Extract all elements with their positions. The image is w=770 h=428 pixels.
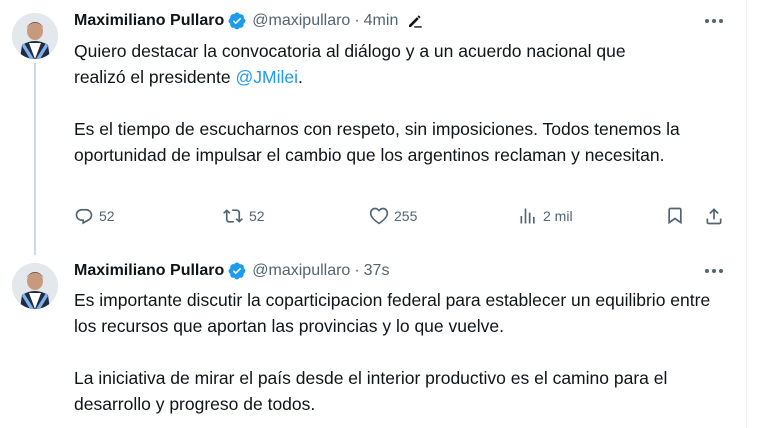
tweet-text-line: realizó el presidente @JMilei. (74, 64, 734, 90)
author-name[interactable]: Maximiliano Pullaro (74, 12, 224, 30)
tweet-time[interactable]: 37s (364, 262, 390, 280)
views-button[interactable]: 2 mil (518, 206, 573, 226)
tweet-text-fragment: . (297, 67, 303, 87)
tweet-paragraph: Es el tiempo de escucharnos con respeto,… (74, 119, 680, 165)
tweet-time[interactable]: 4min (364, 12, 399, 30)
tweet-text-line: Quiero destacar la convocatoria al diálo… (74, 41, 626, 61)
retweet-button[interactable]: 52 (222, 206, 265, 226)
share-button[interactable] (704, 206, 724, 226)
bookmark-icon (668, 207, 682, 225)
edit-pencil-icon[interactable] (406, 12, 424, 30)
more-dots-icon[interactable] (703, 13, 725, 29)
separator-dot: · (354, 262, 360, 279)
author-name[interactable]: Maximiliano Pullaro (74, 262, 224, 280)
tweet-text: Quiero destacar la convocatoria al diálo… (74, 38, 734, 168)
mention-link[interactable]: @JMilei (235, 67, 298, 87)
timeline-border (746, 0, 747, 428)
tweet-header: Maximiliano Pullaro @maxipullaro · 37s (74, 261, 389, 281)
like-button[interactable]: 255 (369, 206, 417, 226)
share-icon (706, 208, 722, 225)
views-icon (520, 208, 535, 224)
views-count: 2 mil (543, 208, 573, 224)
thread-line (34, 63, 36, 255)
author-handle[interactable]: @maxipullaro (252, 262, 350, 280)
tweet-paragraph: La iniciativa de mirar el país desde el … (74, 368, 668, 414)
tweet-actions: 52 52 255 2 mil (74, 206, 734, 228)
separator-dot: · (354, 12, 360, 29)
reply-count: 52 (99, 208, 115, 224)
tweet[interactable]: Maximiliano Pullaro @maxipullaro · 37s E… (0, 255, 746, 428)
tweet[interactable]: Maximiliano Pullaro @maxipullaro · 4min … (0, 0, 746, 255)
like-count: 255 (394, 208, 418, 224)
avatar[interactable] (12, 13, 58, 59)
tweet-paragraph: Es importante discutir la coparticipacio… (74, 290, 711, 336)
author-handle[interactable]: @maxipullaro (252, 12, 350, 30)
heart-icon (369, 207, 389, 225)
reply-button[interactable]: 52 (74, 206, 115, 226)
tweet-text-fragment: realizó el presidente (74, 67, 236, 87)
reply-icon (75, 208, 93, 225)
more-dots-icon[interactable] (703, 263, 725, 279)
tweet-text: Es importante discutir la coparticipacio… (74, 287, 734, 417)
verified-badge-icon (227, 11, 247, 31)
retweet-count: 52 (249, 208, 265, 224)
avatar[interactable] (12, 263, 58, 309)
tweet-header: Maximiliano Pullaro @maxipullaro · 4min (74, 11, 424, 31)
verified-badge-icon (227, 261, 247, 281)
bookmark-button[interactable] (665, 206, 685, 226)
retweet-icon (223, 209, 243, 223)
